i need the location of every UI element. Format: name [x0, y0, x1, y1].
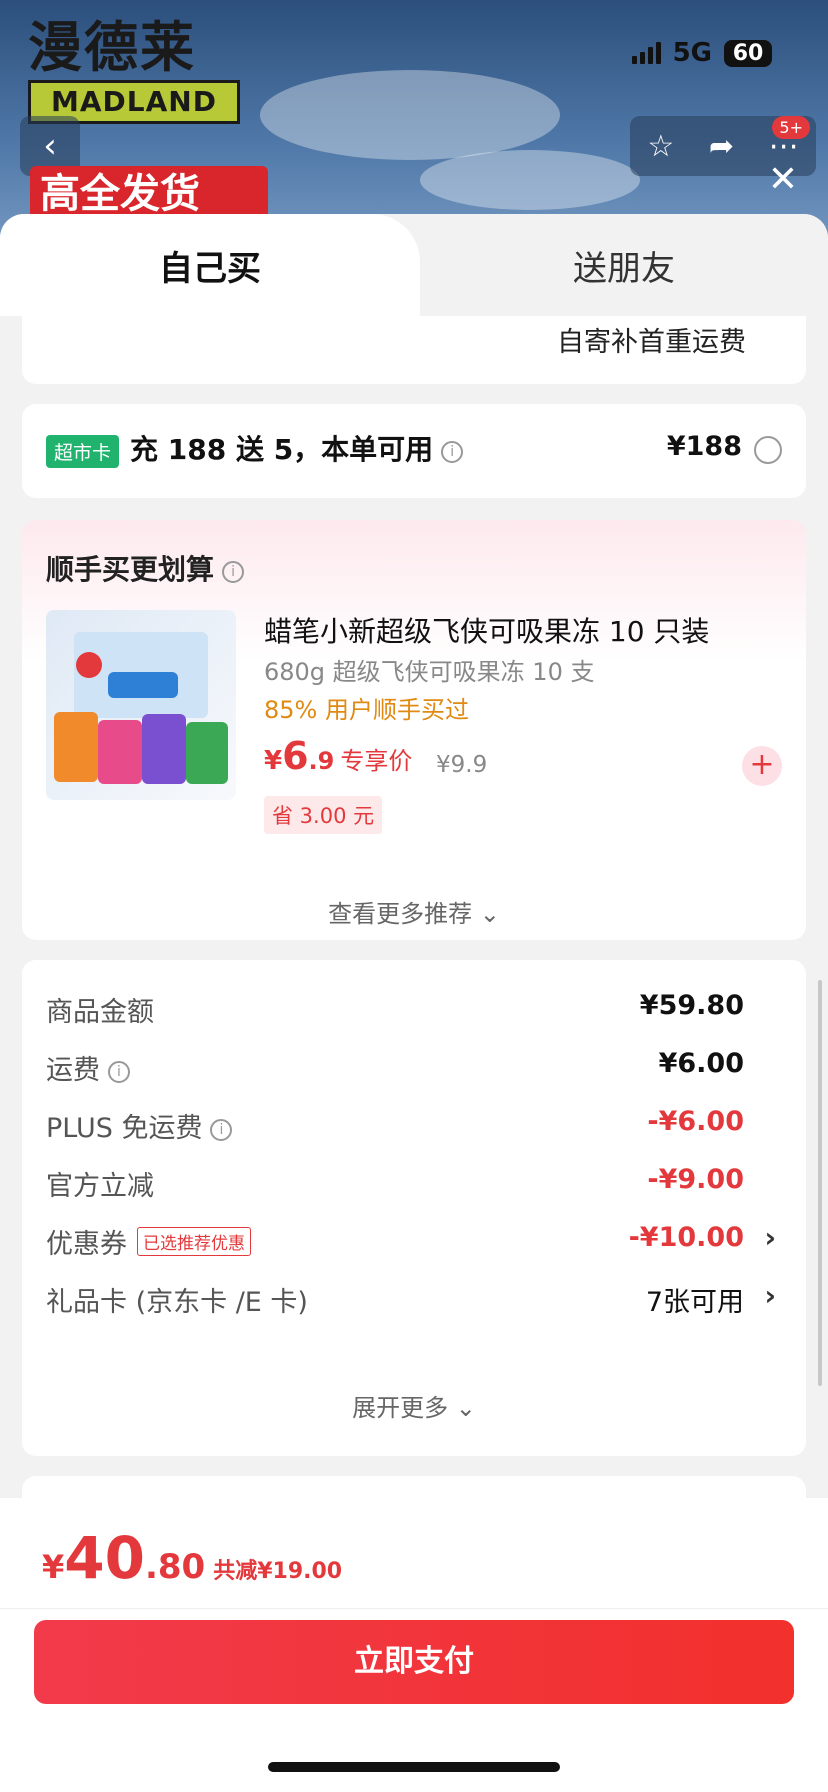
price-int: 6: [282, 734, 309, 778]
summary-label: 商品金额: [46, 997, 154, 1028]
coupon-tag: 已选推荐优惠: [137, 1227, 251, 1256]
total-price: ¥40.80 共减¥19.00: [42, 1524, 342, 1592]
summary-value: -¥6.00: [647, 1106, 744, 1137]
price-label: 专享价: [340, 747, 413, 775]
package-shape: [98, 720, 142, 784]
pay-now-button[interactable]: 立即支付: [34, 1620, 794, 1704]
total-yen: ¥: [42, 1548, 65, 1586]
product-bought-rate: 85% 用户顺手买过: [264, 696, 469, 724]
package-shape: [54, 712, 98, 782]
brand-name-cn: 漫德莱: [28, 15, 196, 79]
info-icon[interactable]: i: [210, 1119, 233, 1141]
product-name[interactable]: 蜡笔小新超级飞侠可吸果冻 10 只装: [264, 610, 709, 650]
more-recommend-label: 查看更多推荐: [328, 900, 473, 928]
info-icon[interactable]: i: [441, 441, 464, 463]
summary-label: 官方立减: [46, 1171, 154, 1202]
network-type: 5G: [672, 38, 712, 68]
summary-label: PLUS 免运费 i: [46, 1106, 233, 1145]
summary-value: -¥9.00: [647, 1164, 744, 1195]
cloud: [420, 150, 640, 210]
summary-label: 优惠券 已选推荐优惠: [46, 1222, 251, 1261]
summary-value: ¥59.80: [639, 990, 744, 1021]
coupon-row[interactable]: 优惠券 已选推荐优惠 -¥10.00 ›: [46, 1221, 782, 1262]
summary-label-text: 运费: [46, 1055, 100, 1086]
add-to-order-button[interactable]: +: [742, 746, 782, 786]
gift-card-row[interactable]: 礼品卡 (京东卡 /E 卡) 7张可用 ›: [46, 1279, 782, 1320]
shipping-note: 自寄补首重运费: [557, 327, 746, 358]
pay-bar: ¥40.80 共减¥19.00 立即支付: [0, 1498, 828, 1792]
chevron-right-icon: ›: [764, 1279, 776, 1312]
home-indicator[interactable]: [268, 1762, 560, 1772]
supermarket-offer-text: 充 188 送 5，本单可用: [130, 433, 434, 466]
supermarket-radio[interactable]: [754, 436, 782, 464]
battery-icon: 60: [724, 39, 772, 67]
product-price: ¥6.9 专享价: [264, 734, 412, 778]
price-dec: .9: [308, 747, 335, 775]
count-badge: 5+: [772, 116, 810, 139]
info-icon[interactable]: i: [222, 561, 245, 583]
supermarket-card-row[interactable]: 超市卡 充 188 送 5，本单可用 i ¥188: [22, 404, 806, 498]
tab-buy-self[interactable]: 自己买: [0, 214, 420, 316]
tab-bar: 自己买 送朋友: [0, 214, 828, 316]
summary-label: 礼品卡 (京东卡 /E 卡): [46, 1287, 308, 1318]
expand-more-label: 展开更多: [352, 1394, 449, 1422]
recommend-title: 顺手买更划算 i: [46, 548, 245, 588]
product-spec: 680g 超级飞侠可吸果冻 10 支: [264, 658, 595, 686]
brand-logo: 漫德莱 MADLAND: [28, 18, 240, 124]
total-int: 40: [64, 1524, 145, 1592]
chevron-down-icon: ⌄: [479, 900, 500, 928]
total-dec: .80: [144, 1547, 206, 1587]
close-icon[interactable]: ✕: [768, 160, 798, 200]
summary-value: 7张可用: [645, 1287, 744, 1318]
price-summary-card: 商品金额 ¥59.80 运费 i ¥6.00 PLUS 免运费 i -¥6.00 官…: [22, 960, 806, 1456]
total-reduced: 共减¥19.00: [213, 1559, 343, 1584]
save-tag: 省 3.00 元: [264, 796, 383, 834]
divider: [0, 1608, 828, 1609]
shipping-card: 自寄补首重运费: [22, 316, 806, 384]
status-bar: 5G 60: [631, 38, 772, 68]
summary-row: 运费 i ¥6.00: [46, 1048, 782, 1088]
package-shape: [108, 672, 178, 698]
original-price: ¥9.9: [436, 752, 488, 778]
recommend-title-text: 顺手买更划算: [46, 553, 215, 586]
summary-value: ¥6.00: [658, 1048, 744, 1079]
info-icon[interactable]: i: [108, 1061, 130, 1083]
summary-value: -¥10.00: [628, 1222, 744, 1253]
star-icon[interactable]: ☆: [647, 129, 674, 164]
chevron-down-icon: ⌄: [455, 1394, 476, 1422]
chevron-right-icon: ›: [764, 1221, 776, 1254]
summary-row: PLUS 免运费 i -¥6.00: [46, 1106, 782, 1146]
cloud: [260, 70, 560, 160]
tab-gift-friend[interactable]: 送朋友: [420, 214, 828, 316]
summary-label: 运费 i: [46, 1048, 130, 1087]
summary-row: 商品金额 ¥59.80: [46, 990, 782, 1030]
scrollbar[interactable]: [818, 980, 822, 1386]
package-shape: [186, 722, 228, 784]
summary-label-text: 优惠券: [46, 1229, 127, 1260]
supermarket-badge: 超市卡: [46, 435, 120, 468]
more-recommend-link[interactable]: 查看更多推荐 ⌄: [22, 894, 806, 929]
product-image[interactable]: [46, 610, 236, 800]
price-yen: ¥: [264, 746, 283, 776]
recommend-card: 顺手买更划算 i 蜡笔小新超级飞侠可吸果冻 10 只装 680g 超级飞侠可吸果冻…: [22, 520, 806, 940]
package-shape: [76, 652, 102, 678]
share-icon[interactable]: ➦: [709, 129, 734, 164]
supermarket-offer: 充 188 送 5，本单可用 i: [130, 428, 464, 468]
signal-icon: [631, 42, 661, 64]
package-shape: [142, 714, 186, 784]
summary-row: 官方立减 -¥9.00: [46, 1164, 782, 1204]
summary-label-text: PLUS 免运费: [46, 1113, 203, 1144]
expand-more-link[interactable]: 展开更多 ⌄: [22, 1388, 806, 1423]
supermarket-price: ¥188: [666, 431, 742, 462]
